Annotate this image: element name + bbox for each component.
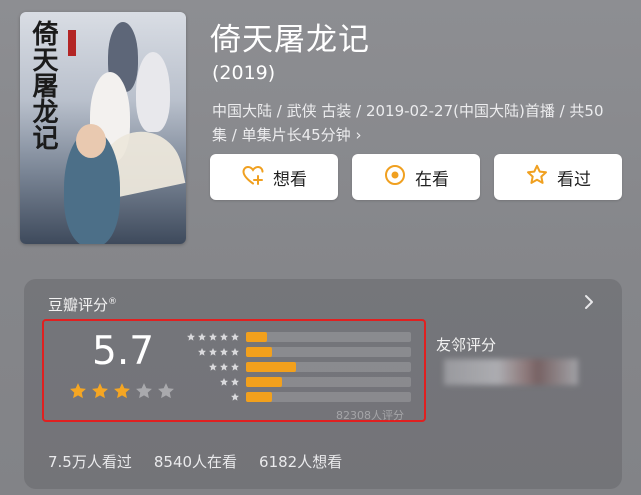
rating-card[interactable]: 豆瓣评分® 5.7 82308人评分 友邻评分 7.5万人看过 8540人在看 … — [24, 279, 622, 489]
release-year: (2019) — [212, 62, 276, 84]
registered-mark: ® — [108, 297, 118, 307]
rating-header-label: 豆瓣评分 — [48, 296, 109, 314]
small-star-icon — [209, 333, 217, 341]
small-star-icon — [231, 363, 239, 371]
star-empty-icon — [158, 383, 174, 399]
small-star-icon — [231, 378, 239, 386]
distribution-track — [246, 332, 411, 342]
target-icon — [383, 163, 407, 192]
star-filled-icon — [114, 383, 130, 399]
small-star-icon — [231, 348, 239, 356]
chevron-right-icon[interactable] — [584, 294, 594, 310]
distribution-stars — [186, 332, 240, 342]
poster-title-art: 倚天屠龙记 — [28, 20, 58, 150]
distribution-track — [246, 362, 411, 372]
watching-button[interactable]: 在看 — [352, 154, 480, 200]
small-star-icon — [198, 348, 206, 356]
small-star-icon — [220, 333, 228, 341]
watching-count[interactable]: 8540人在看 — [154, 451, 237, 472]
distribution-row — [174, 376, 411, 388]
poster-figure — [136, 52, 170, 132]
star-filled-icon — [92, 383, 108, 399]
want-count[interactable]: 6182人想看 — [259, 451, 342, 472]
rating-score: 5.7 — [92, 329, 155, 374]
distribution-stars — [219, 377, 240, 387]
small-star-icon — [209, 363, 217, 371]
poster-image[interactable]: 倚天屠龙记 — [20, 12, 186, 244]
distribution-track — [246, 347, 411, 357]
star-empty-icon — [136, 383, 152, 399]
poster-seal — [68, 30, 76, 56]
star-filled-icon — [70, 383, 86, 399]
small-star-icon — [231, 393, 239, 401]
watched-count[interactable]: 7.5万人看过 — [48, 451, 132, 472]
star-outline-icon — [525, 163, 549, 192]
page-title: 倚天屠龙记 — [210, 22, 370, 58]
small-star-icon — [220, 378, 228, 386]
want-to-watch-label: 想看 — [273, 169, 307, 190]
watched-button[interactable]: 看过 — [494, 154, 622, 200]
distribution-row — [174, 331, 411, 343]
meta-line: 集 / 单集片长45分钟 › — [212, 126, 362, 144]
distribution-bar — [246, 347, 272, 357]
small-star-icon — [231, 333, 239, 341]
distribution-row — [174, 346, 411, 358]
distribution-stars — [197, 347, 240, 357]
small-star-icon — [187, 333, 195, 341]
small-star-icon — [220, 348, 228, 356]
distribution-bar — [246, 362, 296, 372]
friends-rating-label[interactable]: 友邻评分 — [436, 334, 496, 355]
rating-header: 豆瓣评分® — [48, 294, 117, 315]
distribution-track — [246, 392, 411, 402]
small-star-icon — [209, 348, 217, 356]
distribution-stars — [230, 392, 240, 402]
friend-avatars-blurred[interactable] — [444, 359, 578, 385]
watch-stats: 7.5万人看过 8540人在看 6182人想看 — [48, 451, 342, 472]
poster-face — [76, 124, 106, 158]
distribution-row — [174, 361, 411, 373]
heart-plus-icon — [241, 163, 265, 192]
distribution-stars — [208, 362, 240, 372]
movie-meta[interactable]: 中国大陆 / 武侠 古装 / 2019-02-27(中国大陆)首播 / 共50 … — [212, 99, 624, 147]
want-to-watch-button[interactable]: 想看 — [210, 154, 338, 200]
distribution-bar — [246, 392, 272, 402]
small-star-icon — [220, 363, 228, 371]
rating-total: 82308人评分 — [336, 409, 404, 422]
distribution-track — [246, 377, 411, 387]
watching-label: 在看 — [415, 169, 449, 190]
distribution-row — [174, 391, 411, 403]
distribution-bar — [246, 332, 267, 342]
small-star-icon — [198, 333, 206, 341]
rating-stars — [68, 381, 176, 401]
watched-label: 看过 — [557, 169, 591, 190]
distribution-bar — [246, 377, 282, 387]
meta-line: 中国大陆 / 武侠 古装 / 2019-02-27(中国大陆)首播 / 共50 — [212, 102, 604, 120]
